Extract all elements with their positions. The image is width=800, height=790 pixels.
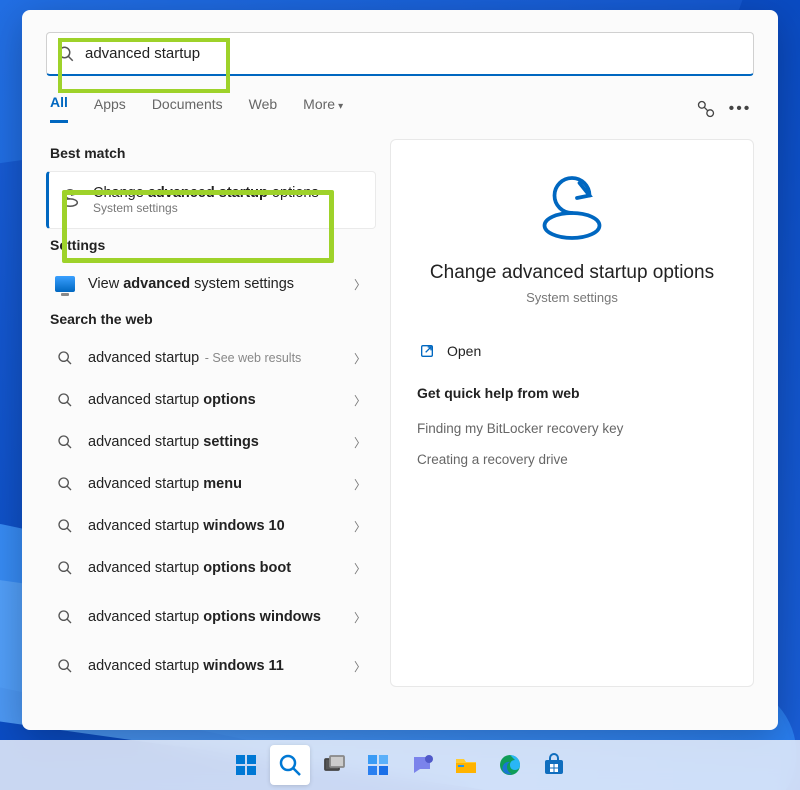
best-match-result[interactable]: Change advanced startup options System s…: [46, 171, 376, 229]
web-result[interactable]: advanced startup menu〉: [46, 463, 376, 505]
search-icon: [54, 392, 76, 408]
chevron-right-icon: 〉: [354, 560, 366, 577]
chevron-right-icon: 〉: [354, 392, 366, 409]
search-panel: All Apps Documents Web More▾ ••• Best ma…: [22, 10, 778, 730]
search-box[interactable]: [46, 32, 754, 76]
chat-button[interactable]: [402, 745, 442, 785]
filter-tabs: All Apps Documents Web More▾ •••: [50, 94, 750, 123]
web-result-text: advanced startup windows 11: [88, 658, 354, 674]
tab-all[interactable]: All: [50, 94, 68, 123]
web-result[interactable]: advanced startup options〉: [46, 379, 376, 421]
settings-result[interactable]: View advanced system settings 〉: [46, 263, 376, 305]
quick-help-label: Get quick help from web: [417, 385, 729, 401]
recovery-large-icon: [532, 168, 612, 248]
search-icon: [54, 609, 76, 625]
web-result[interactable]: advanced startup - See web results〉: [46, 337, 376, 379]
search-icon: [54, 434, 76, 450]
widgets-button[interactable]: [358, 745, 398, 785]
search-icon: [54, 560, 76, 576]
search-scope-icon[interactable]: [696, 99, 716, 119]
chevron-right-icon: 〉: [354, 350, 366, 367]
search-icon: [57, 45, 75, 63]
search-icon: [54, 476, 76, 492]
preview-title: Change advanced startup options: [415, 262, 729, 284]
tab-documents[interactable]: Documents: [152, 96, 223, 122]
search-input[interactable]: [85, 45, 743, 62]
preview-pane: Change advanced startup options System s…: [390, 139, 754, 687]
monitor-icon: [54, 276, 76, 292]
best-match-label: Best match: [50, 145, 376, 161]
chevron-right-icon: 〉: [354, 518, 366, 535]
web-result-text: advanced startup options: [88, 392, 354, 408]
best-match-subtitle: System settings: [93, 201, 319, 215]
web-result-text: advanced startup options windows: [88, 609, 354, 625]
web-result-text: advanced startup windows 10: [88, 518, 354, 534]
taskbar-search-button[interactable]: [270, 745, 310, 785]
tab-web[interactable]: Web: [249, 96, 278, 122]
search-icon: [54, 658, 76, 674]
results-column: Best match Change advanced startup optio…: [46, 139, 376, 687]
start-button[interactable]: [226, 745, 266, 785]
web-result-text: advanced startup options boot: [88, 560, 354, 576]
web-result-text: advanced startup menu: [88, 476, 354, 492]
open-icon: [419, 343, 435, 359]
edge-button[interactable]: [490, 745, 530, 785]
search-icon: [54, 518, 76, 534]
chevron-right-icon: 〉: [354, 658, 366, 675]
web-section-label: Search the web: [50, 311, 376, 327]
chevron-right-icon: 〉: [354, 609, 366, 626]
web-result[interactable]: advanced startup options boot〉: [46, 547, 376, 589]
tab-more[interactable]: More▾: [303, 96, 343, 122]
task-view-button[interactable]: [314, 745, 354, 785]
store-button[interactable]: [534, 745, 574, 785]
chevron-right-icon: 〉: [354, 476, 366, 493]
chevron-right-icon: 〉: [354, 434, 366, 451]
best-match-title: Change advanced startup options: [93, 185, 319, 201]
tab-apps[interactable]: Apps: [94, 96, 126, 122]
open-label: Open: [447, 343, 481, 359]
more-options-icon[interactable]: •••: [730, 99, 750, 119]
recovery-icon: [59, 187, 81, 214]
quick-help-link[interactable]: Creating a recovery drive: [415, 444, 729, 475]
chevron-down-icon: ▾: [338, 101, 343, 112]
settings-section-label: Settings: [50, 237, 376, 253]
open-button[interactable]: Open: [415, 335, 729, 367]
web-result[interactable]: advanced startup settings〉: [46, 421, 376, 463]
taskbar: [0, 740, 800, 790]
search-icon: [54, 350, 76, 366]
web-result-text: advanced startup settings: [88, 434, 354, 450]
web-result[interactable]: advanced startup options windows〉: [46, 589, 376, 645]
web-result-text: advanced startup - See web results: [88, 350, 354, 366]
preview-subtitle: System settings: [415, 290, 729, 305]
web-result[interactable]: advanced startup windows 10〉: [46, 505, 376, 547]
web-result[interactable]: advanced startup windows 11〉: [46, 645, 376, 687]
chevron-right-icon: 〉: [354, 276, 366, 293]
quick-help-link[interactable]: Finding my BitLocker recovery key: [415, 413, 729, 444]
file-explorer-button[interactable]: [446, 745, 486, 785]
